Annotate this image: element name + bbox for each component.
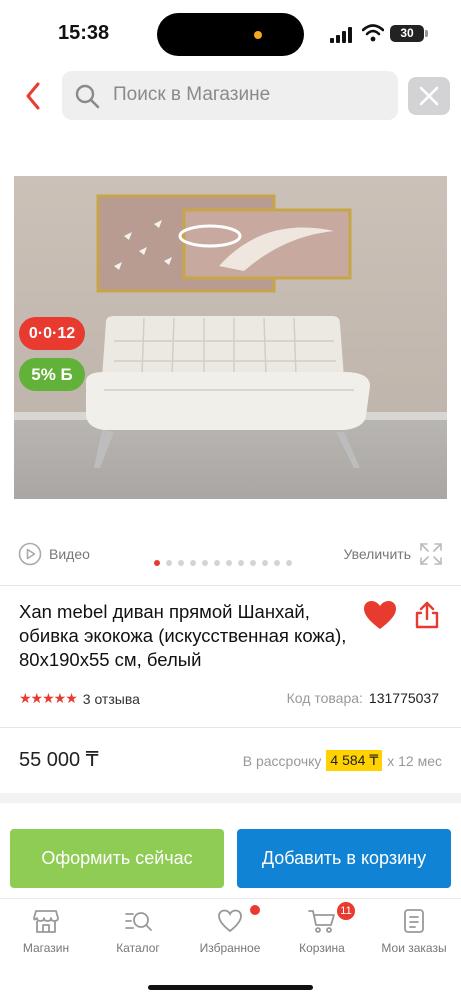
video-button[interactable]: Видео xyxy=(18,541,90,567)
discount-badge: 5% Б xyxy=(19,358,85,391)
installment-info[interactable]: В рассрочку 4 584 ₸ х 12 мес xyxy=(243,750,442,771)
carousel-dot[interactable] xyxy=(226,560,232,566)
back-arrow-icon[interactable] xyxy=(20,78,48,114)
search-icon xyxy=(75,84,100,109)
installment-label: В рассрочку xyxy=(242,752,322,769)
play-circle-icon xyxy=(18,542,42,566)
tab-favorites[interactable]: Избранное xyxy=(184,907,276,955)
image-carousel-indicator[interactable] xyxy=(154,560,292,566)
reviews-count[interactable]: 3 отзыва xyxy=(83,691,140,707)
product-code: Код товара: 131775037 xyxy=(287,690,439,706)
tab-my-orders-label: Мои заказы xyxy=(381,941,447,955)
favorite-heart-icon[interactable] xyxy=(362,599,398,631)
carousel-dot[interactable] xyxy=(154,560,160,566)
recording-dot-icon xyxy=(254,31,262,39)
zoom-label: Увеличить xyxy=(343,546,411,562)
carousel-dot[interactable] xyxy=(238,560,244,566)
catalog-search-icon xyxy=(125,912,152,931)
close-search-button[interactable] xyxy=(408,77,450,115)
rating-summary[interactable]: ★★★★★ 3 отзыва xyxy=(19,690,140,707)
product-price: 55 000 ₸ xyxy=(19,749,99,771)
home-indicator xyxy=(148,985,313,990)
video-label: Видео xyxy=(49,546,90,562)
tab-favorites-label: Избранное xyxy=(199,941,261,955)
installment-term: х 12 мес xyxy=(387,752,442,769)
status-bar: 15:38 30 xyxy=(0,0,461,64)
carousel-dot[interactable] xyxy=(166,560,172,566)
expand-icon xyxy=(420,543,442,565)
installment-amount: 4 584 ₸ xyxy=(326,750,383,771)
tab-catalog-label: Каталог xyxy=(116,941,160,955)
section-separator xyxy=(0,793,461,803)
tab-catalog[interactable]: Каталог xyxy=(92,907,184,955)
buy-now-button[interactable]: Оформить сейчас xyxy=(10,829,224,888)
carousel-dot[interactable] xyxy=(190,560,196,566)
cellular-signal-icon xyxy=(330,27,352,43)
status-time: 15:38 xyxy=(58,22,110,44)
add-to-cart-button[interactable]: Добавить в корзину xyxy=(237,829,451,888)
product-code-value: 131775037 xyxy=(368,690,439,706)
carousel-dot[interactable] xyxy=(250,560,256,566)
tab-cart-label: Корзина xyxy=(299,941,345,955)
search-input[interactable]: Поиск в Магазине xyxy=(62,71,398,120)
divider xyxy=(0,585,461,586)
product-code-label: Код товара: xyxy=(286,690,363,706)
zoom-button[interactable]: Увеличить xyxy=(343,541,443,567)
tab-store-label: Магазин xyxy=(22,941,70,955)
wifi-icon xyxy=(362,24,384,42)
heart-icon xyxy=(218,909,242,933)
carousel-dot[interactable] xyxy=(274,560,280,566)
store-icon xyxy=(33,910,59,933)
carousel-dot[interactable] xyxy=(202,560,208,566)
timer-badge: 0·0·12 xyxy=(19,317,85,350)
dynamic-island xyxy=(157,13,304,56)
tab-store[interactable]: Магазин xyxy=(0,907,92,955)
carousel-dot[interactable] xyxy=(286,560,292,566)
bottom-tab-bar: Магазин Каталог Избранное Корзина 11 Мои… xyxy=(0,898,461,999)
share-icon[interactable] xyxy=(413,600,441,630)
carousel-dot[interactable] xyxy=(214,560,220,566)
carousel-dot[interactable] xyxy=(178,560,184,566)
battery-indicator: 30 xyxy=(390,25,428,42)
cart-count-badge: 11 xyxy=(337,902,355,920)
tab-my-orders[interactable]: Мои заказы xyxy=(368,907,460,955)
orders-icon xyxy=(404,909,424,933)
favorites-dot-badge xyxy=(250,905,260,915)
carousel-dot[interactable] xyxy=(262,560,268,566)
cart-icon xyxy=(308,910,335,933)
divider xyxy=(0,727,461,728)
close-icon xyxy=(419,86,439,106)
product-title: Xan mebel диван прямой Шанхай, обивка эк… xyxy=(19,601,347,670)
search-placeholder: Поиск в Магазине xyxy=(113,84,271,105)
rating-stars: ★★★★★ xyxy=(19,690,78,706)
